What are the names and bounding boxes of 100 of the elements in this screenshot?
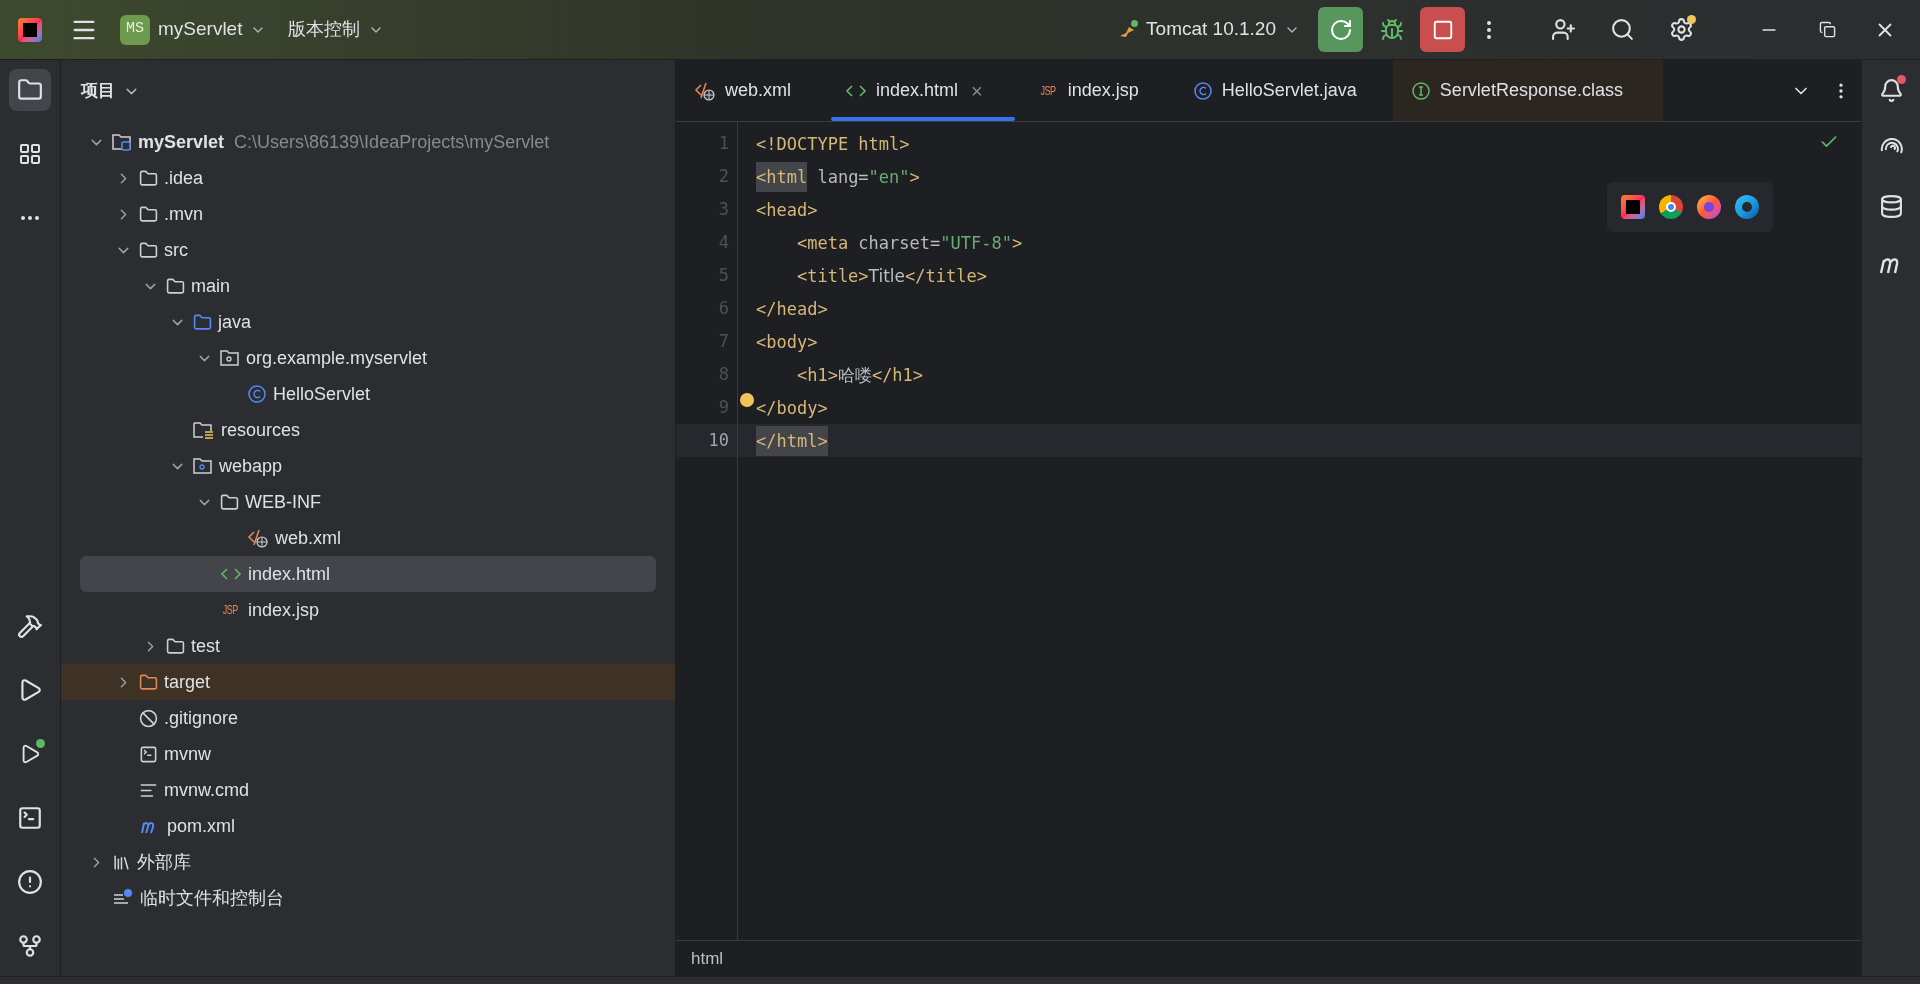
- browser-icon[interactable]: [1735, 195, 1759, 219]
- tree-item[interactable]: 临时文件和控制台: [61, 880, 675, 916]
- tree-item-label: index.html: [248, 562, 331, 586]
- tree-item[interactable]: HelloServlet: [61, 376, 675, 412]
- code-token: <h1>: [795, 363, 838, 387]
- tree-item[interactable]: java: [61, 304, 675, 340]
- tree-item[interactable]: JSP index.jsp: [61, 592, 675, 628]
- code-token: <meta: [795, 231, 849, 255]
- folder-icon: [166, 636, 185, 656]
- editor-tab[interactable]: ServletResponse.class: [1392, 60, 1663, 121]
- code-token: "UTF-8": [940, 231, 1012, 255]
- stop-icon: [1431, 18, 1454, 41]
- browser-icon[interactable]: [1659, 195, 1683, 219]
- project-folder-icon: [112, 133, 132, 151]
- web-folder-icon: [193, 457, 213, 475]
- tree-item-label: org.example.myservlet: [246, 346, 428, 370]
- folder-icon: [220, 492, 239, 512]
- breadcrumb[interactable]: html: [691, 945, 724, 972]
- tree-item[interactable]: index.html: [80, 556, 656, 592]
- library-icon: [112, 852, 131, 872]
- folder-icon: [139, 168, 158, 188]
- tree-item-label: .mvn: [164, 202, 203, 226]
- tree-item[interactable]: webapp: [61, 448, 675, 484]
- tree-item-label: HelloServlet: [273, 382, 371, 406]
- tree-item-label: src: [164, 238, 188, 262]
- editor-tab[interactable]: HelloServlet.java: [1174, 60, 1393, 121]
- code-token: <html: [756, 161, 808, 192]
- run-configuration[interactable]: Tomcat 10.1.20: [1118, 15, 1300, 44]
- rerun-button[interactable]: [1318, 7, 1363, 52]
- code-token: 哈喽: [837, 363, 872, 387]
- tree-item[interactable]: myServlet C:\Users\86139\IdeaProjects\myServlet: [61, 124, 675, 160]
- tree-item[interactable]: mvnw.cmd: [61, 772, 675, 808]
- tree-item-label: main: [191, 274, 230, 298]
- tree-item[interactable]: .gitignore: [61, 700, 675, 736]
- code-token: </html>: [756, 425, 828, 456]
- tree-item[interactable]: pom.xml: [61, 808, 675, 844]
- editor-tab[interactable]: index.html ×: [827, 60, 1019, 121]
- code-token: >: [909, 165, 920, 189]
- tree-item-label: test: [191, 634, 220, 658]
- tree-item-label: 临时文件和控制台: [140, 886, 284, 910]
- tree-item-label: WEB-INF: [245, 490, 321, 514]
- close-tab-icon[interactable]: ×: [971, 75, 983, 106]
- interface-icon: [1410, 80, 1431, 101]
- code-token: <head>: [756, 198, 818, 222]
- code-token: <!DOCTYPE html>: [756, 132, 910, 156]
- tree-item[interactable]: resources: [61, 412, 675, 448]
- tree-item-label: web.xml: [275, 526, 341, 550]
- jsp-file-icon: JSP: [1039, 81, 1056, 100]
- lightbulb-icon[interactable]: [740, 393, 754, 407]
- vcs-menu[interactable]: 版本控制: [288, 16, 385, 43]
- tree-item-label: java: [218, 310, 252, 334]
- tree-item-label: index.jsp: [248, 598, 320, 622]
- tree-item[interactable]: test: [61, 628, 675, 664]
- line-number: 10: [676, 424, 737, 457]
- class-icon: [1192, 80, 1213, 101]
- package-folder-icon: [220, 349, 240, 367]
- project-path: C:\Users\86139\IdeaProjects\myServlet: [234, 130, 550, 154]
- folder-icon: [193, 312, 212, 332]
- tree-item[interactable]: .idea: [61, 160, 675, 196]
- ide-icon[interactable]: [1621, 195, 1645, 219]
- code-token: <body>: [756, 330, 818, 354]
- code-token: </body>: [756, 396, 828, 420]
- browser-icon[interactable]: [1697, 195, 1721, 219]
- tree-item[interactable]: src: [61, 232, 675, 268]
- project-switcher[interactable]: MS myServlet: [120, 14, 267, 45]
- tree-item-label: mvnw.cmd: [164, 778, 250, 802]
- code-token: charset=: [857, 231, 941, 255]
- code-token: </h1>: [871, 363, 924, 387]
- tree-item[interactable]: 外部库: [61, 844, 675, 880]
- tree-item-label: 外部库: [137, 850, 191, 874]
- editor-tab[interactable]: web.xml: [676, 60, 827, 121]
- tree-item-label: resources: [221, 418, 301, 442]
- tree-item-label: target: [164, 670, 211, 694]
- folder-icon: [166, 276, 185, 296]
- resources-folder-icon: [193, 420, 215, 440]
- tree-item-label: mvnw: [164, 742, 211, 766]
- tree-item[interactable]: org.example.myservlet: [61, 340, 675, 376]
- tree-item-label: .idea: [164, 166, 204, 190]
- xml-file-icon: [694, 80, 716, 101]
- tree-item[interactable]: WEB-INF: [61, 484, 675, 520]
- app-logo-icon: [18, 17, 42, 42]
- tree-item[interactable]: target: [61, 664, 675, 700]
- html-file-icon: [845, 82, 867, 99]
- stop-button[interactable]: [1420, 7, 1465, 52]
- tree-item[interactable]: mvnw: [61, 736, 675, 772]
- folder-icon: [139, 240, 158, 260]
- tree-item-label: .gitignore: [164, 706, 239, 730]
- code-token: Title: [868, 264, 906, 288]
- xml-file-icon: [247, 528, 269, 548]
- tree-item[interactable]: web.xml: [61, 520, 675, 556]
- html-file-icon: [220, 566, 242, 582]
- project-badge: MS: [120, 14, 150, 45]
- tree-item[interactable]: .mvn: [61, 196, 675, 232]
- tree-item[interactable]: main: [61, 268, 675, 304]
- code-token: lang=: [816, 165, 869, 189]
- project-folder-icon[interactable]: [9, 69, 51, 111]
- class-icon: [247, 384, 267, 404]
- project-view-selector[interactable]: 项目: [61, 60, 675, 122]
- rerun-icon: [1328, 17, 1353, 42]
- editor-tab[interactable]: JSP index.jsp: [1018, 60, 1175, 121]
